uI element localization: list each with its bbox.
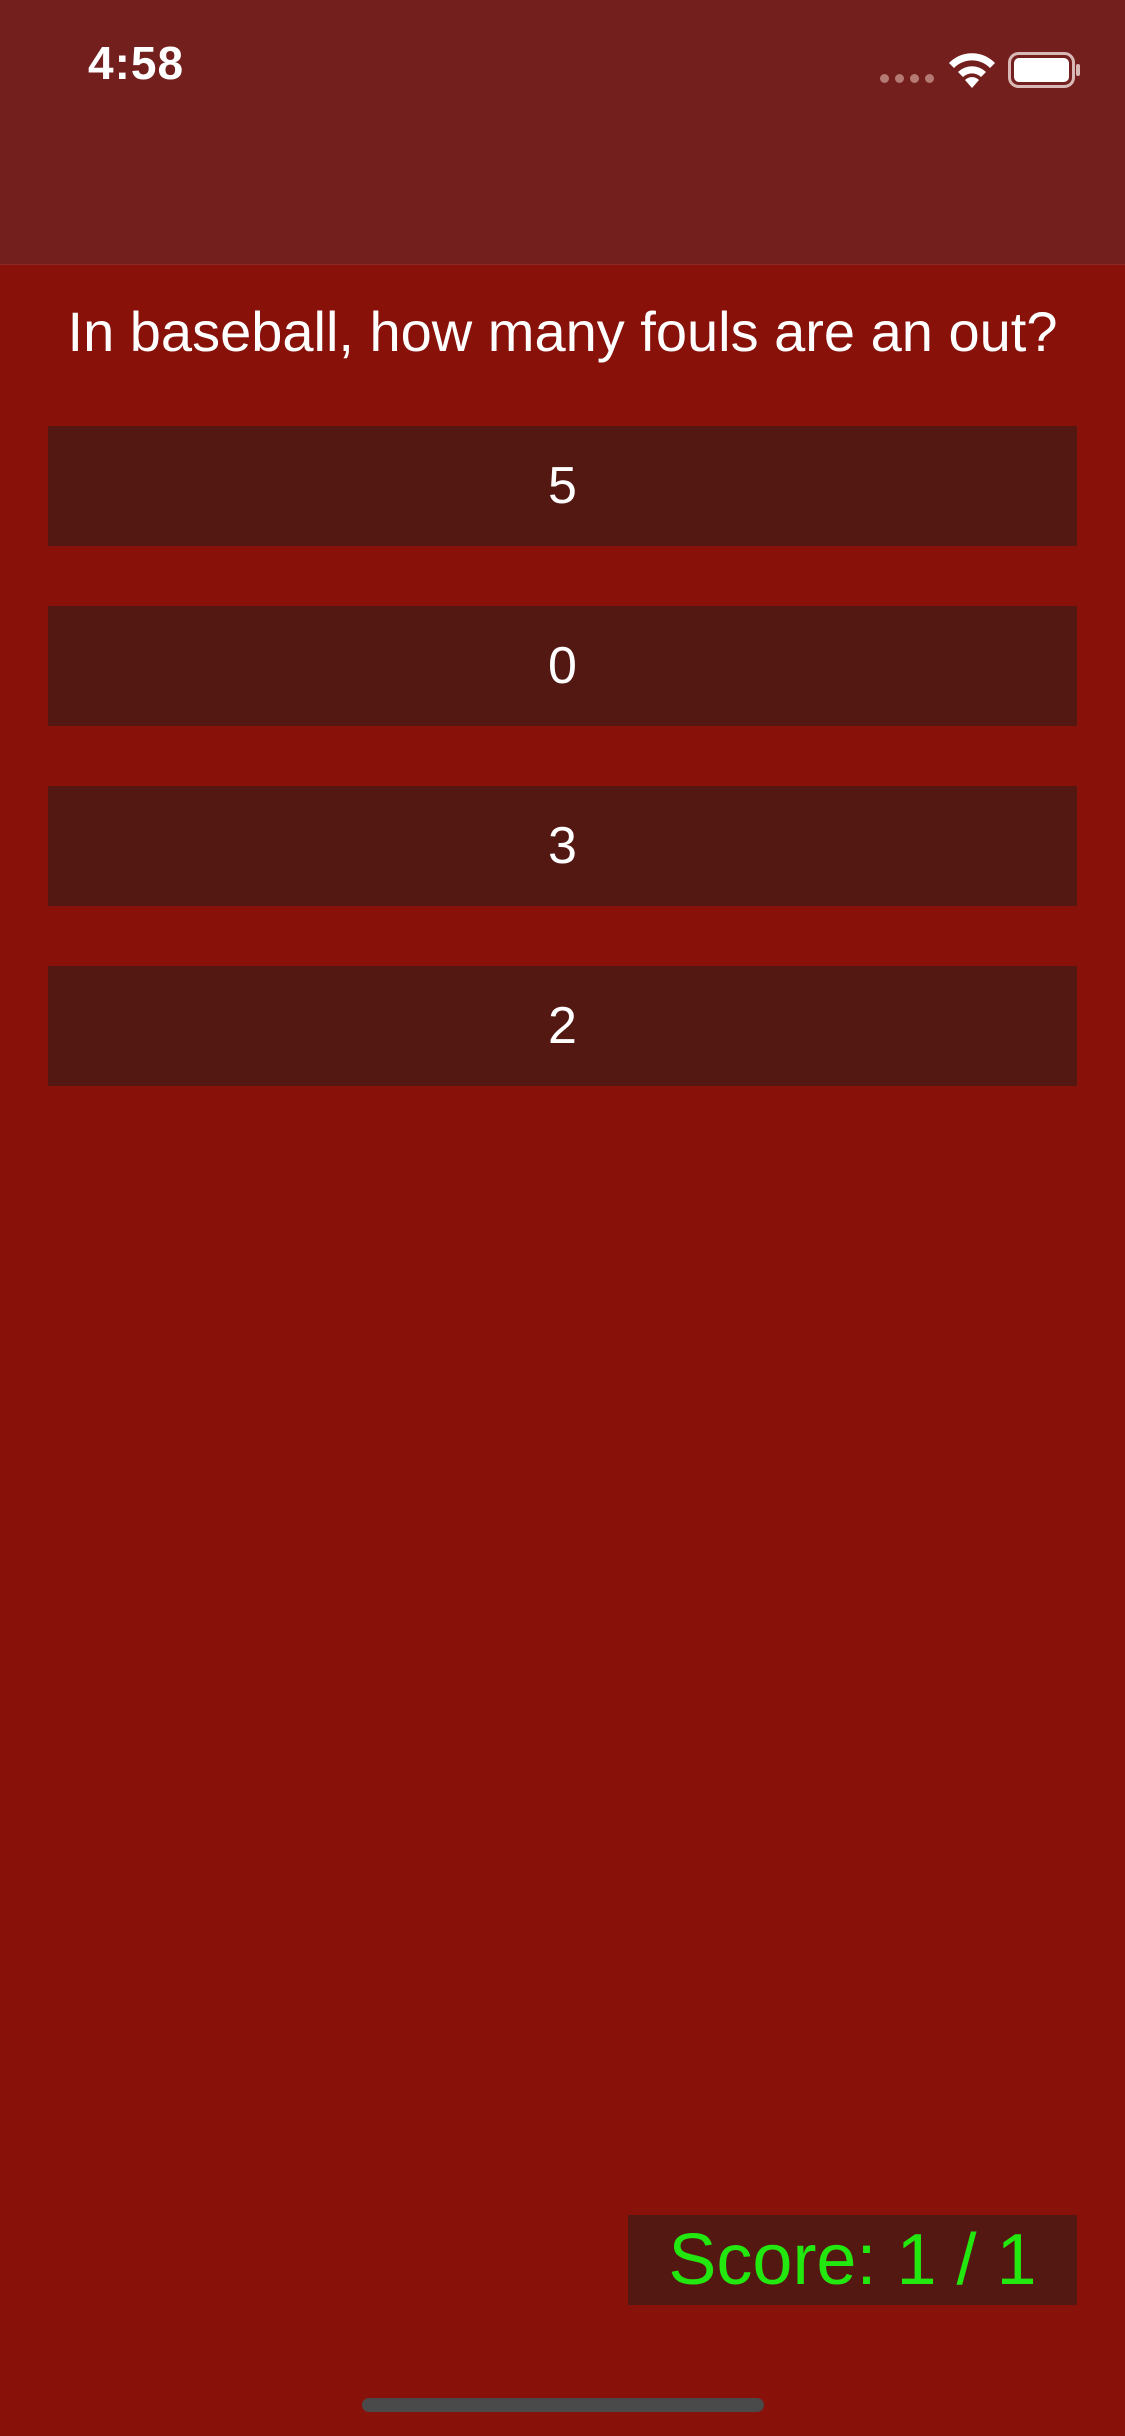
answer-button-3[interactable]: 3 (48, 786, 1077, 906)
battery-icon (1008, 52, 1080, 88)
cellular-signal-icon (880, 74, 936, 84)
status-time: 4:58 (88, 37, 185, 89)
answer-button-2[interactable]: 0 (48, 606, 1077, 726)
score-label: Score: 1 / 1 (628, 2215, 1077, 2305)
home-indicator[interactable] (362, 2398, 764, 2412)
question-text: In baseball, how many fouls are an out? (67, 300, 1058, 363)
wifi-icon (949, 53, 995, 88)
answer-button-1[interactable]: 5 (48, 426, 1077, 546)
answer-button-4[interactable]: 2 (48, 966, 1077, 1086)
status-bar: 4:58 (0, 0, 1125, 265)
